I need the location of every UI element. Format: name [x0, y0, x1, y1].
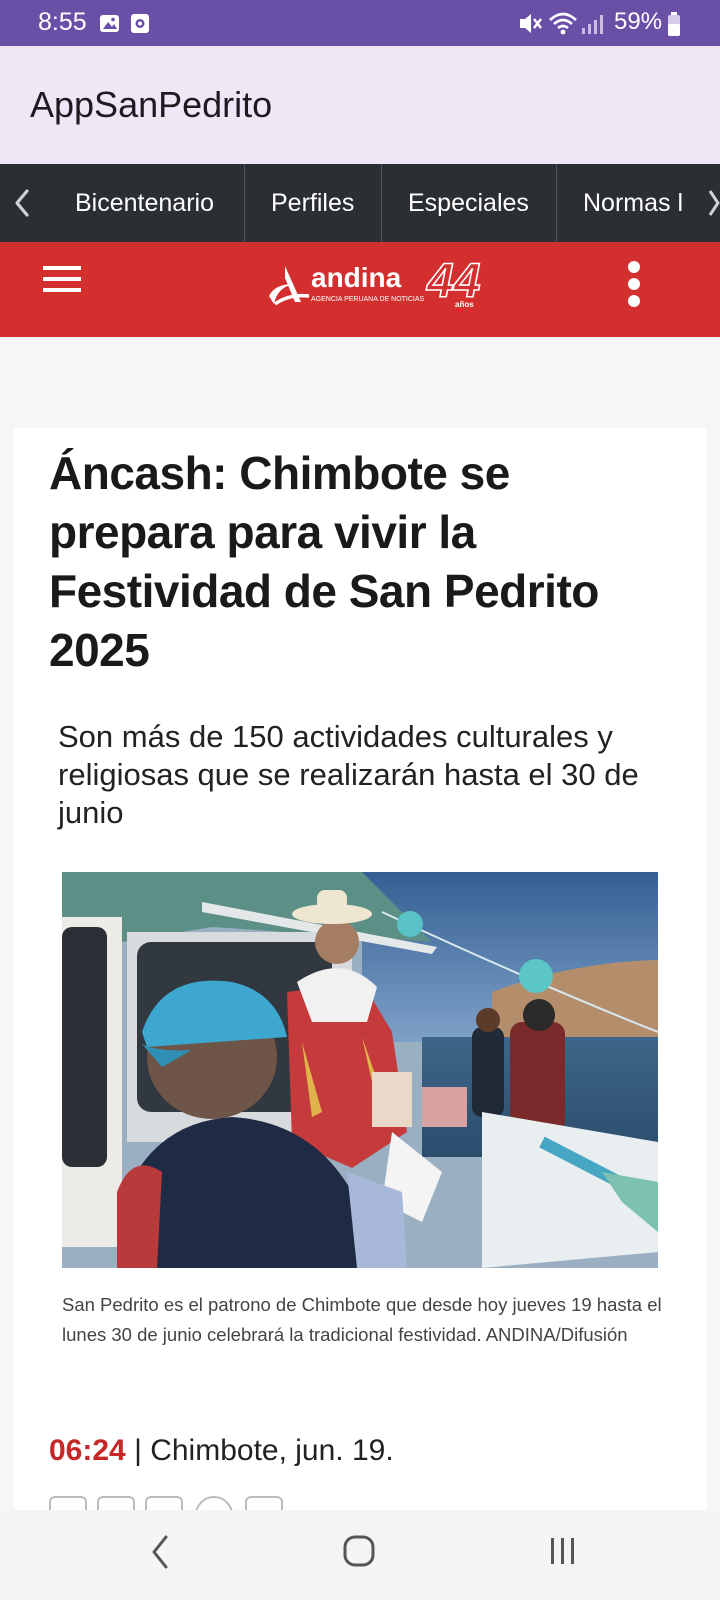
logo-badge-word: años: [455, 300, 474, 309]
share-buttons: [49, 1496, 309, 1510]
image-notification-icon: [100, 15, 119, 32]
nav-item-normas[interactable]: Normas l: [583, 164, 695, 242]
app-bar: AppSanPedrito: [0, 46, 720, 164]
status-time: 8:55: [38, 8, 87, 36]
whatsapp-icon[interactable]: [195, 1496, 233, 1510]
chevron-right-icon[interactable]: [706, 164, 720, 242]
twitter-icon[interactable]: [97, 1496, 135, 1510]
article-title: Áncash: Chimbote se prepara para vivir l…: [49, 447, 599, 676]
photo-caption: San Pedrito es el patrono de Chimbote qu…: [62, 1294, 662, 1345]
logo-tagline: AGENCIA PERUANA DE NOTICIAS: [311, 296, 425, 303]
site-header: andina AGENCIA PERUANA DE NOTICIAS 44 añ…: [0, 242, 720, 337]
wifi-icon: [549, 12, 577, 35]
nav-divider: [381, 164, 382, 242]
screen-record-icon: [131, 14, 149, 33]
facebook-icon[interactable]: [49, 1496, 87, 1510]
mute-icon: [520, 14, 542, 33]
status-bar: 8:55 59%: [0, 0, 720, 46]
nav-divider: [556, 164, 557, 242]
more-vert-icon[interactable]: [624, 259, 644, 315]
back-icon[interactable]: [146, 1532, 176, 1572]
linkedin-icon[interactable]: [145, 1496, 183, 1510]
andina-logo[interactable]: andina AGENCIA PERUANA DE NOTICIAS 44 añ…: [265, 254, 495, 316]
article-location-date: | Chimbote, jun. 19.: [125, 1434, 394, 1467]
hamburger-menu-icon[interactable]: [42, 259, 82, 299]
home-icon[interactable]: [342, 1532, 378, 1572]
email-icon[interactable]: [245, 1496, 283, 1510]
nav-item-bicentenario[interactable]: Bicentenario: [75, 164, 214, 242]
nav-item-perfiles[interactable]: Perfiles: [271, 164, 354, 242]
article-subtitle: Son más de 150 actividades culturales y …: [58, 719, 639, 830]
signal-icon: [582, 15, 603, 34]
battery-icon: [668, 12, 680, 36]
logo-wordmark: andina: [311, 262, 402, 293]
battery-percent: 59%: [614, 8, 663, 35]
article-time: 06:24: [49, 1434, 126, 1467]
san-pedrito-boat-photo: [62, 872, 658, 1268]
system-nav-bar: [0, 1510, 720, 1600]
article-photo[interactable]: [62, 872, 658, 1268]
app-title: AppSanPedrito: [30, 84, 273, 125]
recents-icon[interactable]: [547, 1532, 583, 1572]
nav-item-especiales[interactable]: Especiales: [408, 164, 529, 242]
chevron-left-icon[interactable]: [4, 164, 34, 242]
nav-divider: [244, 164, 245, 242]
article-dateline: 06:24 | Chimbote, jun. 19.: [49, 1434, 394, 1468]
andina-swoosh-icon: [269, 266, 310, 306]
category-nav: Bicentenario Perfiles Especiales Normas …: [0, 164, 720, 242]
